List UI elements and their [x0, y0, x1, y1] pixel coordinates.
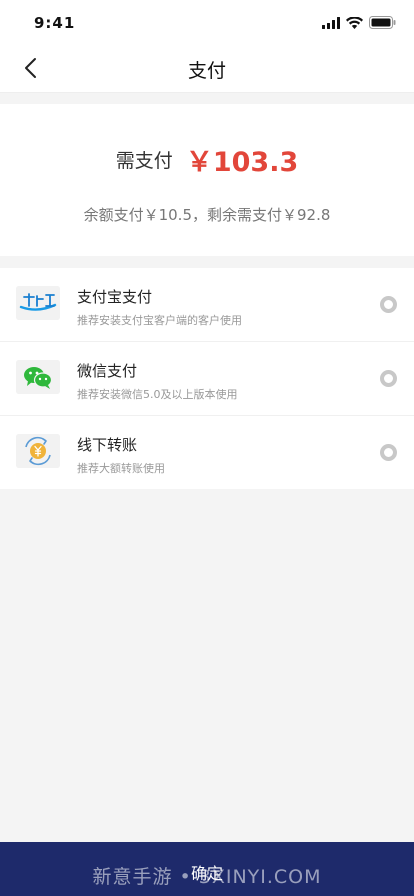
payment-method-wechat[interactable]: 微信支付 推荐安装微信5.0及以上版本使用: [0, 342, 414, 416]
payment-page: 9:41 支付 需支付 ￥103.3 余额支付￥10.5，剩余需支付￥92.8 …: [0, 0, 414, 896]
nav-bar: 支付: [0, 44, 414, 93]
payment-method-desc: 推荐安装微信5.0及以上版本使用: [77, 388, 238, 401]
payment-method-desc: 推荐安装支付宝客户端的客户使用: [77, 314, 242, 327]
amount-detail: 余额支付￥10.5，剩余需支付￥92.8: [83, 206, 331, 224]
payment-method-offline-transfer[interactable]: 线下转账 推荐大额转账使用: [0, 416, 414, 489]
status-bar: 9:41: [0, 0, 414, 44]
payment-method-list: 支付宝支付 推荐安装支付宝客户端的客户使用 微信支付 推荐安装微信5.0及以上版…: [0, 268, 414, 489]
confirm-label: 确定: [190, 864, 223, 883]
payment-method-desc: 推荐大额转账使用: [77, 462, 165, 475]
amount-label: 需支付: [115, 150, 173, 172]
alipay-radio[interactable]: [380, 296, 397, 313]
battery-icon: [369, 16, 396, 29]
page-title: 支付: [187, 60, 226, 82]
amount-summary: 需支付 ￥103.3 余额支付￥10.5，剩余需支付￥92.8: [0, 104, 414, 256]
payment-method-alipay[interactable]: 支付宝支付 推荐安装支付宝客户端的客户使用: [0, 268, 414, 342]
amount-value: ￥103.3: [185, 147, 299, 178]
offline-transfer-radio[interactable]: [380, 444, 397, 461]
transfer-icon: [16, 434, 60, 468]
wifi-icon: [346, 16, 363, 29]
confirm-button[interactable]: 确定 新意手游 • 3XINYI.COM: [0, 842, 414, 896]
signal-icon: [322, 16, 340, 29]
wechat-radio[interactable]: [380, 370, 397, 387]
status-time: 9:41: [34, 14, 76, 32]
payment-method-name: 支付宝支付: [77, 288, 153, 306]
status-icons: [322, 16, 396, 29]
wechat-icon: [16, 360, 60, 394]
payment-method-name: 微信支付: [77, 362, 138, 380]
amount-line: 需支付 ￥103.3: [0, 140, 414, 179]
payment-method-name: 线下转账: [77, 436, 138, 454]
alipay-icon: [16, 286, 60, 320]
